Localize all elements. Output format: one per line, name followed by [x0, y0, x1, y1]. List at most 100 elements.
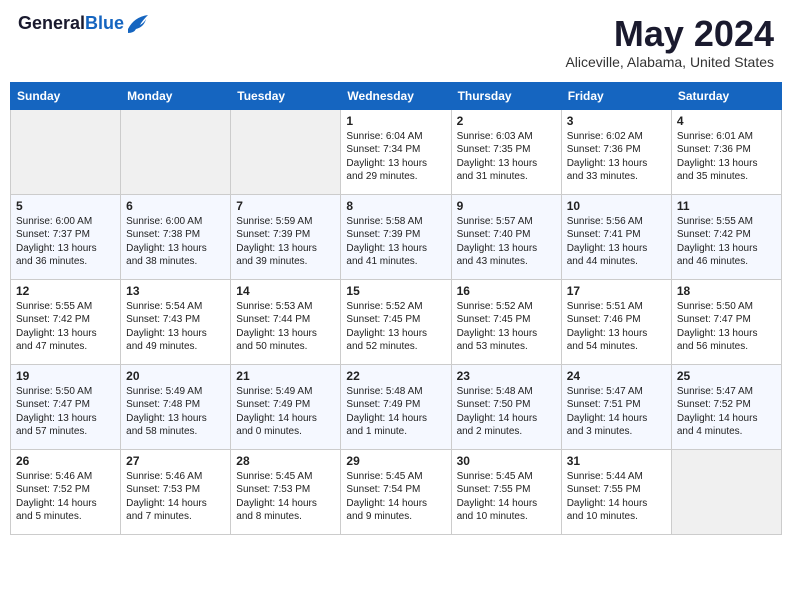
- day-cell-9: 9Sunrise: 5:57 AM Sunset: 7:40 PM Daylig…: [451, 194, 561, 279]
- day-cell-20: 20 Sunrise: 5:49 AM Sunset: 7:48 PM Dayli…: [121, 364, 231, 449]
- day-cell-1: 1 Sunrise: 6:04 AM Sunset: 7:34 PM Daylig…: [341, 109, 451, 194]
- day-info: Sunrise: 6:02 AM Sunset: 7:36 PM Dayligh…: [567, 130, 666, 184]
- day-info: Sunrise: 5:52 AM Sunset: 7:45 PM Dayligh…: [457, 300, 556, 354]
- day-cell-31: 31Sunrise: 5:44 AM Sunset: 7:55 PM Dayli…: [561, 449, 671, 534]
- day-info: Sunrise: 5:45 AM Sunset: 7:53 PM Dayligh…: [236, 470, 335, 524]
- day-cell-13: 13 Sunrise: 5:54 AM Sunset: 7:43 PM Dayli…: [121, 279, 231, 364]
- day-cell-30: 30Sunrise: 5:45 AM Sunset: 7:55 PM Dayli…: [451, 449, 561, 534]
- day-number: 20: [126, 369, 225, 383]
- day-number: 2: [457, 114, 556, 128]
- logo-general-text: General: [18, 13, 85, 33]
- day-number: 22: [346, 369, 445, 383]
- day-number: 1: [346, 114, 445, 128]
- day-number: 29: [346, 454, 445, 468]
- empty-cell: [671, 449, 781, 534]
- day-number: 4: [677, 114, 776, 128]
- day-info: Sunrise: 5:49 AM Sunset: 7:48 PM Dayligh…: [126, 385, 225, 439]
- day-info: Sunrise: 6:03 AM Sunset: 7:35 PM Dayligh…: [457, 130, 556, 184]
- day-cell-8: 8 Sunrise: 5:58 AM Sunset: 7:39 PM Daylig…: [341, 194, 451, 279]
- day-info: Sunrise: 5:50 AM Sunset: 7:47 PM Dayligh…: [16, 385, 115, 439]
- weekday-header-row: SundayMondayTuesdayWednesdayThursdayFrid…: [11, 82, 782, 109]
- day-info: Sunrise: 6:00 AM Sunset: 7:37 PM Dayligh…: [16, 215, 115, 269]
- day-number: 10: [567, 199, 666, 213]
- day-info: Sunrise: 5:49 AM Sunset: 7:49 PM Dayligh…: [236, 385, 335, 439]
- empty-cell: [231, 109, 341, 194]
- day-info: Sunrise: 5:45 AM Sunset: 7:55 PM Dayligh…: [457, 470, 556, 524]
- month-title: May 2024: [565, 14, 774, 54]
- day-number: 15: [346, 284, 445, 298]
- day-info: Sunrise: 5:58 AM Sunset: 7:39 PM Dayligh…: [346, 215, 445, 269]
- day-info: Sunrise: 5:50 AM Sunset: 7:47 PM Dayligh…: [677, 300, 776, 354]
- day-number: 5: [16, 199, 115, 213]
- day-info: Sunrise: 5:48 AM Sunset: 7:50 PM Dayligh…: [457, 385, 556, 439]
- day-number: 7: [236, 199, 335, 213]
- day-info: Sunrise: 5:54 AM Sunset: 7:43 PM Dayligh…: [126, 300, 225, 354]
- day-info: Sunrise: 5:52 AM Sunset: 7:45 PM Dayligh…: [346, 300, 445, 354]
- day-number: 18: [677, 284, 776, 298]
- day-cell-25: 25 Sunrise: 5:47 AM Sunset: 7:52 PM Dayli…: [671, 364, 781, 449]
- day-number: 26: [16, 454, 115, 468]
- logo-bird-icon: [126, 15, 148, 33]
- week-row-1: 1 Sunrise: 6:04 AM Sunset: 7:34 PM Daylig…: [11, 109, 782, 194]
- day-cell-3: 3Sunrise: 6:02 AM Sunset: 7:36 PM Daylig…: [561, 109, 671, 194]
- weekday-header-friday: Friday: [561, 82, 671, 109]
- calendar-table: SundayMondayTuesdayWednesdayThursdayFrid…: [10, 82, 782, 535]
- day-number: 25: [677, 369, 776, 383]
- day-number: 8: [346, 199, 445, 213]
- page-header: GeneralBlue May 2024 Aliceville, Alabama…: [10, 10, 782, 74]
- empty-cell: [121, 109, 231, 194]
- day-info: Sunrise: 5:55 AM Sunset: 7:42 PM Dayligh…: [677, 215, 776, 269]
- day-number: 28: [236, 454, 335, 468]
- logo: GeneralBlue: [18, 14, 148, 34]
- weekday-header-saturday: Saturday: [671, 82, 781, 109]
- day-cell-11: 11 Sunrise: 5:55 AM Sunset: 7:42 PM Dayli…: [671, 194, 781, 279]
- day-number: 17: [567, 284, 666, 298]
- day-cell-4: 4Sunrise: 6:01 AM Sunset: 7:36 PM Daylig…: [671, 109, 781, 194]
- location-subtitle: Aliceville, Alabama, United States: [565, 54, 774, 70]
- day-number: 6: [126, 199, 225, 213]
- day-cell-26: 26Sunrise: 5:46 AM Sunset: 7:52 PM Dayli…: [11, 449, 121, 534]
- day-info: Sunrise: 5:59 AM Sunset: 7:39 PM Dayligh…: [236, 215, 335, 269]
- day-cell-14: 14 Sunrise: 5:53 AM Sunset: 7:44 PM Dayli…: [231, 279, 341, 364]
- weekday-header-sunday: Sunday: [11, 82, 121, 109]
- day-number: 16: [457, 284, 556, 298]
- day-info: Sunrise: 6:00 AM Sunset: 7:38 PM Dayligh…: [126, 215, 225, 269]
- day-cell-17: 17 Sunrise: 5:51 AM Sunset: 7:46 PM Dayli…: [561, 279, 671, 364]
- day-number: 24: [567, 369, 666, 383]
- day-cell-21: 21 Sunrise: 5:49 AM Sunset: 7:49 PM Dayli…: [231, 364, 341, 449]
- day-cell-7: 7 Sunrise: 5:59 AM Sunset: 7:39 PM Daylig…: [231, 194, 341, 279]
- day-number: 13: [126, 284, 225, 298]
- day-cell-28: 28 Sunrise: 5:45 AM Sunset: 7:53 PM Dayli…: [231, 449, 341, 534]
- empty-cell: [11, 109, 121, 194]
- day-number: 27: [126, 454, 225, 468]
- day-cell-29: 29Sunrise: 5:45 AM Sunset: 7:54 PM Dayli…: [341, 449, 451, 534]
- day-cell-5: 5 Sunrise: 6:00 AM Sunset: 7:37 PM Daylig…: [11, 194, 121, 279]
- week-row-5: 26Sunrise: 5:46 AM Sunset: 7:52 PM Dayli…: [11, 449, 782, 534]
- day-number: 14: [236, 284, 335, 298]
- day-info: Sunrise: 5:48 AM Sunset: 7:49 PM Dayligh…: [346, 385, 445, 439]
- day-info: Sunrise: 5:51 AM Sunset: 7:46 PM Dayligh…: [567, 300, 666, 354]
- day-cell-16: 16 Sunrise: 5:52 AM Sunset: 7:45 PM Dayli…: [451, 279, 561, 364]
- day-info: Sunrise: 5:44 AM Sunset: 7:55 PM Dayligh…: [567, 470, 666, 524]
- day-info: Sunrise: 5:47 AM Sunset: 7:51 PM Dayligh…: [567, 385, 666, 439]
- day-info: Sunrise: 6:04 AM Sunset: 7:34 PM Dayligh…: [346, 130, 445, 184]
- day-cell-10: 10 Sunrise: 5:56 AM Sunset: 7:41 PM Dayli…: [561, 194, 671, 279]
- day-number: 12: [16, 284, 115, 298]
- day-cell-24: 24 Sunrise: 5:47 AM Sunset: 7:51 PM Dayli…: [561, 364, 671, 449]
- day-number: 23: [457, 369, 556, 383]
- day-cell-2: 2 Sunrise: 6:03 AM Sunset: 7:35 PM Daylig…: [451, 109, 561, 194]
- day-info: Sunrise: 5:53 AM Sunset: 7:44 PM Dayligh…: [236, 300, 335, 354]
- day-cell-19: 19 Sunrise: 5:50 AM Sunset: 7:47 PM Dayli…: [11, 364, 121, 449]
- day-info: Sunrise: 5:56 AM Sunset: 7:41 PM Dayligh…: [567, 215, 666, 269]
- day-cell-12: 12Sunrise: 5:55 AM Sunset: 7:42 PM Dayli…: [11, 279, 121, 364]
- day-cell-6: 6 Sunrise: 6:00 AM Sunset: 7:38 PM Daylig…: [121, 194, 231, 279]
- day-number: 19: [16, 369, 115, 383]
- day-info: Sunrise: 5:47 AM Sunset: 7:52 PM Dayligh…: [677, 385, 776, 439]
- weekday-header-tuesday: Tuesday: [231, 82, 341, 109]
- day-number: 21: [236, 369, 335, 383]
- logo-blue-text: Blue: [85, 13, 124, 33]
- day-cell-22: 22 Sunrise: 5:48 AM Sunset: 7:49 PM Dayli…: [341, 364, 451, 449]
- day-cell-18: 18 Sunrise: 5:50 AM Sunset: 7:47 PM Dayli…: [671, 279, 781, 364]
- day-number: 11: [677, 199, 776, 213]
- week-row-3: 12Sunrise: 5:55 AM Sunset: 7:42 PM Dayli…: [11, 279, 782, 364]
